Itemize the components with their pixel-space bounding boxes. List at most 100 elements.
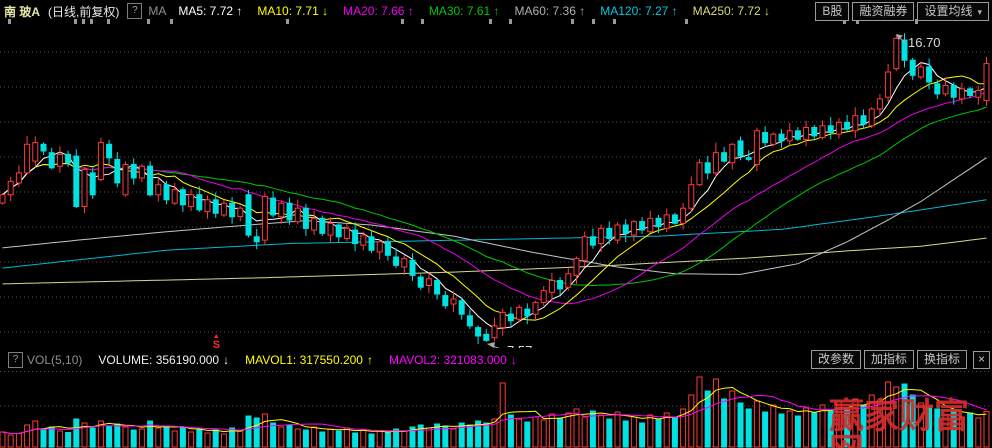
candle-up (549, 281, 554, 293)
candle-down (131, 165, 136, 179)
volume-bar (262, 414, 267, 447)
volume-bar (344, 428, 349, 447)
event-marker[interactable]: S (213, 339, 220, 348)
candle-down (213, 200, 218, 214)
candle-up (754, 131, 759, 165)
candle-up (918, 67, 923, 77)
candle-down (607, 228, 612, 238)
mavol2-arrow-icon: ↓ (511, 353, 517, 367)
candle-down (779, 134, 784, 141)
volume-bar (648, 415, 653, 447)
volume-bar (115, 424, 120, 447)
close-icon[interactable]: × (973, 351, 990, 369)
volume-bar (139, 429, 144, 447)
volume-bar (131, 430, 136, 447)
vol-indicator-label: VOL(5,10) (27, 353, 82, 367)
candle-up (943, 85, 948, 93)
volume-bar (500, 383, 505, 447)
candle-up (377, 242, 382, 252)
volume-bar (656, 419, 661, 447)
candle-down (828, 126, 833, 133)
ma10-readout: MA10: 7.71 ↓ (257, 4, 328, 18)
candle-down (763, 133, 768, 143)
ma-settings-button[interactable]: 设置均线▾ (917, 2, 989, 21)
price-chart[interactable]: 16.707.57▲S (0, 22, 992, 348)
volume-bar (615, 412, 620, 447)
volume-bar (459, 423, 464, 447)
candle-up (894, 38, 899, 68)
volume-bar (197, 429, 202, 447)
candle-up (98, 143, 103, 180)
candle-down (320, 218, 325, 233)
candle-down (107, 144, 112, 158)
volume-bar (303, 430, 308, 447)
candle-down (812, 128, 817, 136)
candle-up (82, 170, 87, 207)
volume-bar (205, 433, 210, 447)
candle-up (615, 225, 620, 240)
candle-down (484, 334, 489, 340)
volume-bar (640, 423, 645, 447)
switch-indicator-button[interactable]: 换指标 (917, 350, 967, 369)
candle-down (508, 314, 513, 321)
volume-bar (41, 429, 46, 447)
margin-trading-button[interactable]: 融资融券 (852, 2, 914, 21)
volume-bar (812, 413, 817, 447)
candle-down (369, 237, 374, 251)
candle-up (574, 259, 579, 276)
volume-arrow-icon: ↓ (223, 353, 229, 367)
volume-bar (672, 417, 677, 447)
volume-bar (402, 431, 407, 447)
volume-bar (722, 399, 727, 447)
candle-up (189, 195, 194, 207)
candle-down (435, 281, 440, 295)
volume-bar (754, 401, 759, 447)
volume-bar (49, 427, 54, 447)
candle-down (705, 163, 710, 173)
candle-down (303, 208, 308, 228)
candle-up (328, 223, 333, 235)
help-icon[interactable]: ? (127, 3, 142, 19)
help-icon[interactable]: ? (8, 352, 23, 368)
candle-up (959, 89, 964, 99)
volume-bar (697, 377, 702, 447)
volume-bar (533, 417, 538, 447)
candle-up (533, 302, 538, 314)
candle-down (385, 242, 390, 256)
candle-down (410, 260, 415, 275)
volume-bar (246, 416, 251, 447)
volume-bar (8, 435, 13, 447)
candle-down (246, 195, 251, 235)
candle-up (836, 122, 841, 134)
volume-bar (385, 432, 390, 447)
volume-bar (221, 434, 226, 447)
ma20-readout: MA20: 7.66 ↑ (343, 4, 414, 18)
candle-down (230, 203, 235, 217)
candle-up (295, 208, 300, 222)
edit-params-button[interactable]: 改参数 (811, 350, 861, 369)
volume-bar (467, 425, 472, 447)
candle-down (459, 301, 464, 315)
candle-up (820, 126, 825, 138)
candle-up (713, 153, 718, 173)
volume-bar (328, 429, 333, 447)
volume-bar (156, 428, 161, 447)
volume-bar (541, 420, 546, 447)
volume-indicator-bar: ? VOL(5,10) VOLUME: 356190.000 ↓ MAVOL1:… (0, 348, 992, 371)
add-indicator-button[interactable]: 加指标 (864, 350, 914, 369)
chevron-down-icon: ▾ (977, 7, 982, 17)
volume-bar (238, 431, 243, 447)
candle-down (861, 116, 866, 124)
volume-bar (33, 421, 38, 447)
volume-bar (426, 428, 431, 447)
candle-up (804, 128, 809, 140)
volume-bar (779, 414, 784, 447)
candle-up (541, 291, 546, 303)
candle-down (353, 230, 358, 244)
ma250-readout: MA250: 7.72 ↓ (693, 4, 770, 18)
candle-down (525, 309, 530, 316)
candle-up (123, 165, 128, 195)
candle-up (139, 166, 144, 178)
b-share-button[interactable]: B股 (815, 2, 849, 21)
volume-bar (66, 433, 71, 448)
